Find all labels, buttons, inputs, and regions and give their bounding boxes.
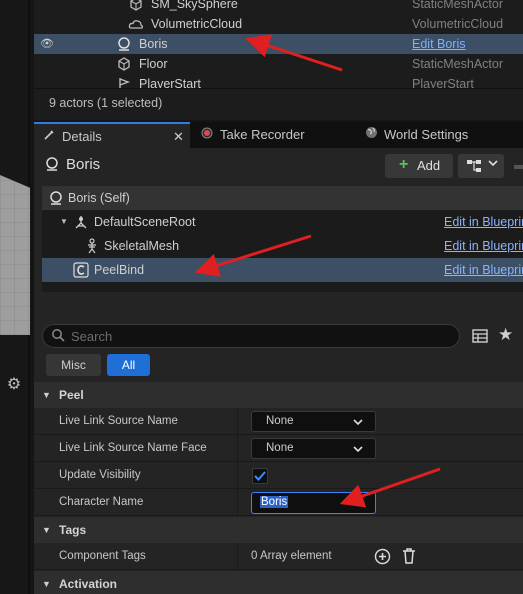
annotation-arrow-outliner [245, 34, 343, 72]
annotation-arrows [194, 34, 441, 508]
annotation-arrow-component [194, 234, 312, 277]
annotation-arrow-field [339, 467, 441, 508]
